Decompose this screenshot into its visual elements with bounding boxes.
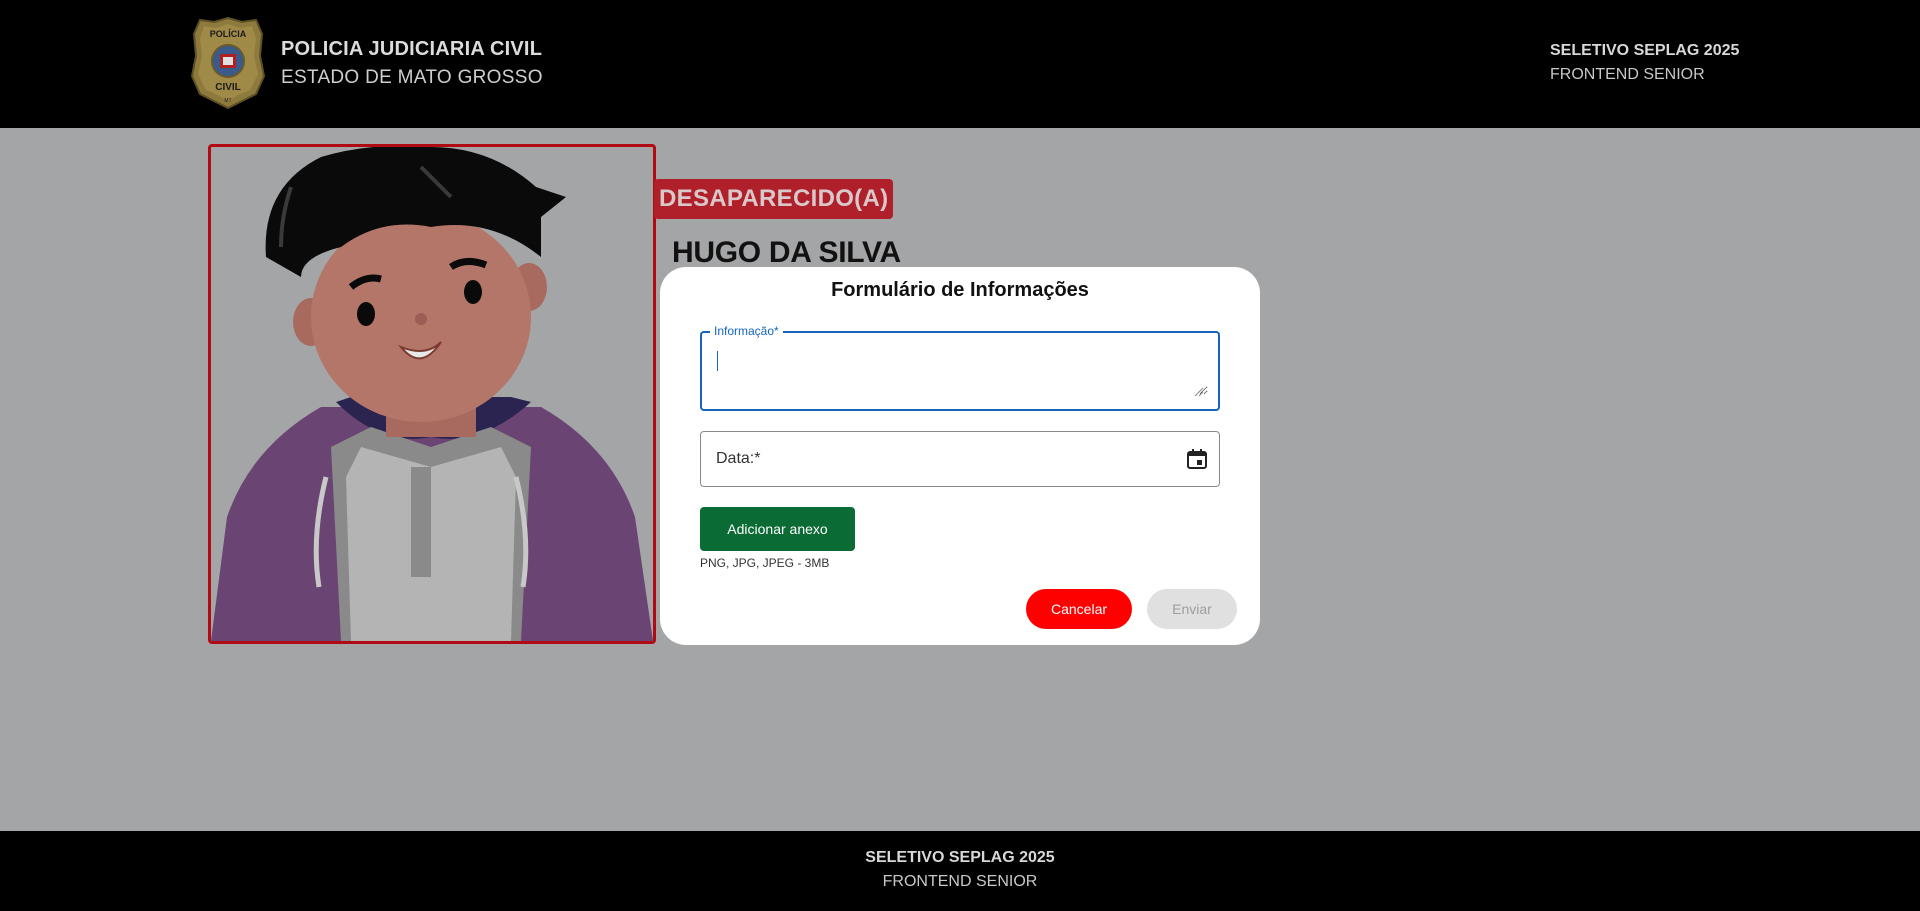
information-input[interactable] xyxy=(714,347,1208,395)
date-field-label: Data:* xyxy=(716,450,761,467)
header-right-subtitle: FRONTEND SENIOR xyxy=(1550,66,1705,83)
send-button[interactable]: Enviar xyxy=(1147,589,1237,629)
cancel-button[interactable]: Cancelar xyxy=(1026,589,1132,629)
header: POLÍCIA CIVIL MT POLICIA JUDICIARIA CIVI… xyxy=(0,0,1920,128)
footer-subtitle: FRONTEND SENIOR xyxy=(882,873,1038,890)
information-field[interactable]: Informação* xyxy=(700,324,1220,411)
header-right-title: SELETIVO SEPLAG 2025 xyxy=(1550,42,1740,59)
information-field-label: Informação* xyxy=(710,324,783,338)
information-form-dialog: Formulário de Informações Informação* Da… xyxy=(660,267,1260,645)
date-field[interactable]: Data:* xyxy=(700,431,1220,487)
calendar-icon[interactable] xyxy=(1185,447,1209,471)
svg-text:CIVIL: CIVIL xyxy=(215,82,241,93)
footer: SELETIVO SEPLAG 2025 FRONTEND SENIOR xyxy=(0,831,1920,911)
footer-title: SELETIVO SEPLAG 2025 xyxy=(865,849,1055,866)
svg-text:POLÍCIA: POLÍCIA xyxy=(210,29,247,39)
person-name: HUGO DA SILVA xyxy=(672,236,901,269)
cartoon-person-photo xyxy=(211,147,653,641)
person-photo xyxy=(208,144,656,644)
police-badge-logo: POLÍCIA CIVIL MT xyxy=(190,16,266,110)
status-badge: DESAPARECIDO(A) xyxy=(654,179,894,219)
svg-text:MT: MT xyxy=(224,98,231,104)
attachment-hint: PNG, JPG, JPEG - 3MB xyxy=(700,556,830,570)
header-title: POLICIA JUDICIARIA CIVIL xyxy=(281,38,543,60)
resize-handle-icon[interactable] xyxy=(1194,387,1204,397)
dialog-title: Formulário de Informações xyxy=(831,279,1089,301)
text-cursor xyxy=(717,351,718,371)
header-subtitle: ESTADO DE MATO GROSSO xyxy=(281,67,543,88)
add-attachment-button[interactable]: Adicionar anexo xyxy=(700,507,855,551)
